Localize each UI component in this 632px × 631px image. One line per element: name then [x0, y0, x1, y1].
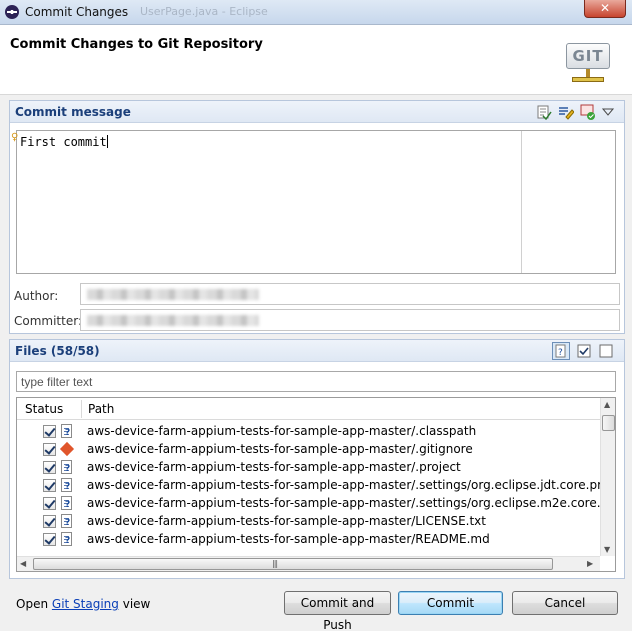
format-icon[interactable] — [558, 104, 574, 120]
author-field[interactable] — [80, 283, 620, 305]
window-title: Commit Changes — [25, 5, 129, 19]
git-logo-icon: GIT — [566, 43, 610, 83]
author-label: Author: — [14, 289, 59, 303]
file-path: aws-device-farm-appium-tests-for-sample-… — [87, 496, 616, 510]
file-checkbox[interactable] — [43, 515, 56, 528]
git-staging-link[interactable]: Git Staging — [52, 597, 119, 611]
scroll-right-icon[interactable]: ▶ — [587, 559, 593, 568]
file-path: aws-device-farm-appium-tests-for-sample-… — [87, 442, 473, 456]
file-path: aws-device-farm-appium-tests-for-sample-… — [87, 478, 616, 492]
show-untracked-icon[interactable]: ? — [552, 342, 570, 360]
untracked-file-icon: ? — [61, 478, 72, 492]
file-checkbox[interactable] — [43, 425, 56, 438]
file-checkbox[interactable] — [43, 443, 56, 456]
title-bar: Commit Changes UserPage.java - Eclipse ✕ — [0, 0, 632, 25]
eclipse-icon — [5, 5, 19, 19]
committer-field[interactable] — [80, 309, 620, 331]
uncheck-all-icon[interactable] — [598, 343, 614, 359]
vertical-scrollbar[interactable]: ▲ ▼ — [600, 398, 615, 556]
spell-check-icon[interactable] — [536, 104, 552, 120]
commit-message-section: Commit message First commit Author: Comm… — [9, 100, 625, 334]
git-logo-text: GIT — [566, 43, 610, 69]
svg-text:?: ? — [558, 348, 563, 358]
scroll-left-icon[interactable]: ◀ — [20, 559, 26, 568]
file-checkbox[interactable] — [43, 497, 56, 510]
file-checkbox[interactable] — [43, 533, 56, 546]
commit-message-label: Commit message — [15, 105, 131, 119]
table-row[interactable]: aws-device-farm-appium-tests-for-sample-… — [17, 440, 600, 458]
dialog-heading: Commit Changes to Git Repository — [10, 37, 263, 52]
file-filter-field[interactable] — [16, 371, 616, 392]
scroll-down-icon[interactable]: ▼ — [604, 545, 610, 554]
untracked-file-icon: ? — [61, 424, 72, 438]
horizontal-scrollbar[interactable]: ◀ ||| ▶ — [17, 556, 600, 571]
close-icon: ✕ — [599, 1, 611, 15]
file-path: aws-device-farm-appium-tests-for-sample-… — [87, 424, 477, 438]
commit-button[interactable]: Commit — [398, 591, 503, 615]
file-path: aws-device-farm-appium-tests-for-sample-… — [87, 532, 490, 546]
horizontal-scroll-thumb[interactable] — [33, 558, 553, 570]
table-row[interactable]: ? aws-device-farm-appium-tests-for-sampl… — [17, 476, 615, 494]
vertical-scroll-thumb[interactable] — [602, 415, 615, 431]
file-path: aws-device-farm-appium-tests-for-sample-… — [87, 514, 486, 528]
commit-message-textarea[interactable]: First commit — [16, 130, 616, 274]
cancel-button[interactable]: Cancel — [512, 591, 618, 615]
menu-dropdown-icon[interactable] — [602, 104, 614, 120]
table-row[interactable]: ? aws-device-farm-appium-tests-for-sampl… — [17, 458, 600, 476]
files-table[interactable]: Status Path ? aws-device-farm-appium-tes… — [16, 397, 616, 572]
files-section-header: Files (58/58) ? — [10, 340, 624, 362]
file-checkbox[interactable] — [43, 479, 56, 492]
content-assist-marker-icon: ♀ — [11, 132, 19, 143]
file-checkbox[interactable] — [43, 461, 56, 474]
untracked-file-icon: ? — [61, 496, 72, 510]
commit-and-push-button[interactable]: Commit and Push — [284, 591, 391, 631]
untracked-file-icon: ? — [61, 460, 72, 474]
table-row[interactable]: ? aws-device-farm-appium-tests-for-sampl… — [17, 530, 600, 548]
dialog-header: Commit Changes to Git Repository GIT — [0, 25, 632, 95]
scroll-grip-icon: ||| — [272, 559, 278, 568]
files-label: Files (58/58) — [15, 344, 100, 358]
git-file-icon — [61, 442, 72, 456]
signed-off-icon[interactable] — [580, 104, 596, 120]
status-column-header[interactable]: Status — [25, 402, 63, 416]
commit-message-section-header: Commit message — [10, 101, 624, 123]
committer-label: Committer: — [14, 314, 82, 328]
table-row[interactable]: ? aws-device-farm-appium-tests-for-sampl… — [17, 422, 600, 440]
close-button[interactable]: ✕ — [584, 0, 626, 18]
path-column-header[interactable]: Path — [88, 402, 114, 416]
scroll-up-icon[interactable]: ▲ — [604, 400, 610, 409]
file-path: aws-device-farm-appium-tests-for-sample-… — [87, 460, 461, 474]
commit-message-text: First commit — [20, 135, 108, 149]
open-staging-text: Open Git Staging view — [16, 597, 151, 611]
untracked-file-icon: ? — [61, 514, 72, 528]
check-all-icon[interactable] — [576, 343, 592, 359]
untracked-file-icon: ? — [61, 532, 72, 546]
background-window-title: UserPage.java - Eclipse — [140, 5, 268, 18]
table-row[interactable]: ? aws-device-farm-appium-tests-for-sampl… — [17, 494, 615, 512]
files-table-header: Status Path — [17, 398, 600, 420]
table-row[interactable]: ? aws-device-farm-appium-tests-for-sampl… — [17, 512, 600, 530]
file-filter-input[interactable] — [17, 372, 615, 391]
